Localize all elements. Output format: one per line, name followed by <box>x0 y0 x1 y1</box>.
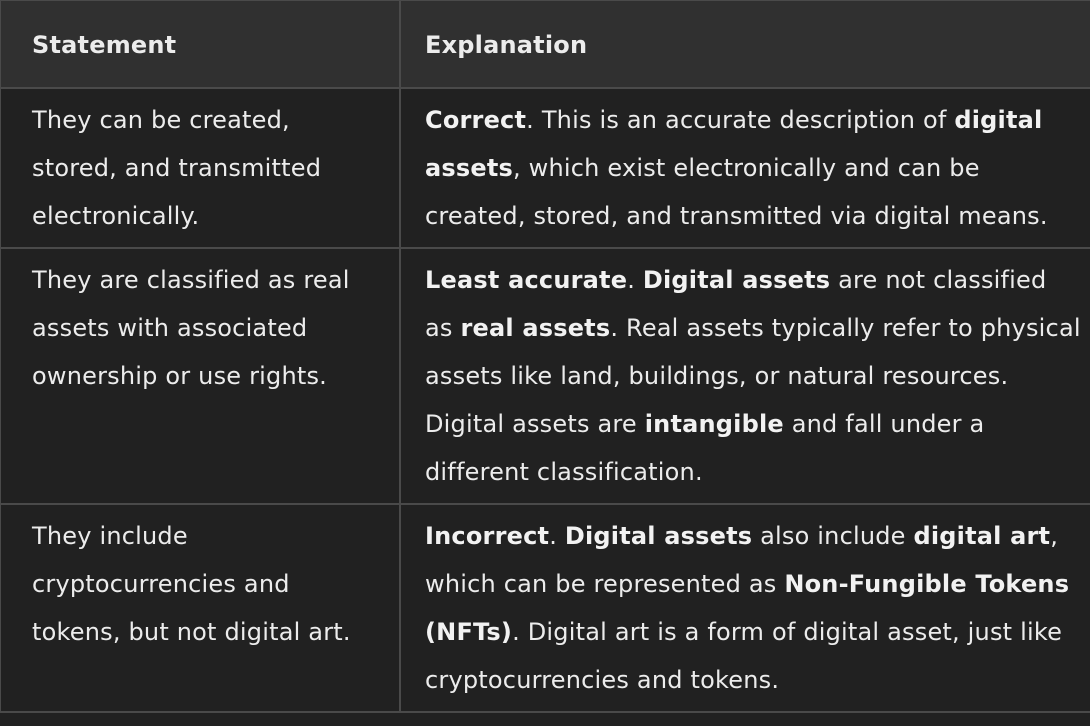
statement-explanation-table: Statement Explanation They can be create… <box>0 0 1090 713</box>
text-run: also include <box>752 522 914 550</box>
table-row: They include cryptocurrencies and tokens… <box>0 503 1090 713</box>
table-header: Statement Explanation <box>0 0 1090 89</box>
bold-term: Digital assets <box>642 266 831 294</box>
text-run: . Digital art is a form of digital asset… <box>425 618 1063 694</box>
header-explanation: Explanation <box>399 0 1090 89</box>
bold-term: real assets <box>460 314 611 342</box>
bold-term: Least accurate <box>425 266 628 294</box>
text-run: , which exist electronically and can be … <box>425 154 1048 230</box>
bold-term: Digital assets <box>564 522 753 550</box>
explanation-cell: Least accurate. Digital assets are not c… <box>399 247 1090 505</box>
text-run: . <box>549 522 565 550</box>
table-row: They are classified as real assets with … <box>0 247 1090 505</box>
bold-term: Incorrect <box>425 522 550 550</box>
bold-term: digital art <box>913 522 1051 550</box>
header-row: Statement Explanation <box>0 0 1090 89</box>
statement-cell: They are classified as real assets with … <box>0 247 401 505</box>
statement-cell: They can be created, stored, and transmi… <box>0 87 401 249</box>
text-run: . <box>627 266 643 294</box>
header-statement: Statement <box>0 0 401 89</box>
explanation-cell: Correct. This is an accurate description… <box>399 87 1090 249</box>
table-row: They can be created, stored, and transmi… <box>0 87 1090 249</box>
explanation-cell: Incorrect. Digital assets also include d… <box>399 503 1090 713</box>
text-run: . This is an accurate description of <box>526 106 955 134</box>
bold-term: intangible <box>644 410 784 438</box>
table-body: They can be created, stored, and transmi… <box>0 87 1090 713</box>
bold-term: Correct <box>425 106 527 134</box>
statement-cell: They include cryptocurrencies and tokens… <box>0 503 401 713</box>
